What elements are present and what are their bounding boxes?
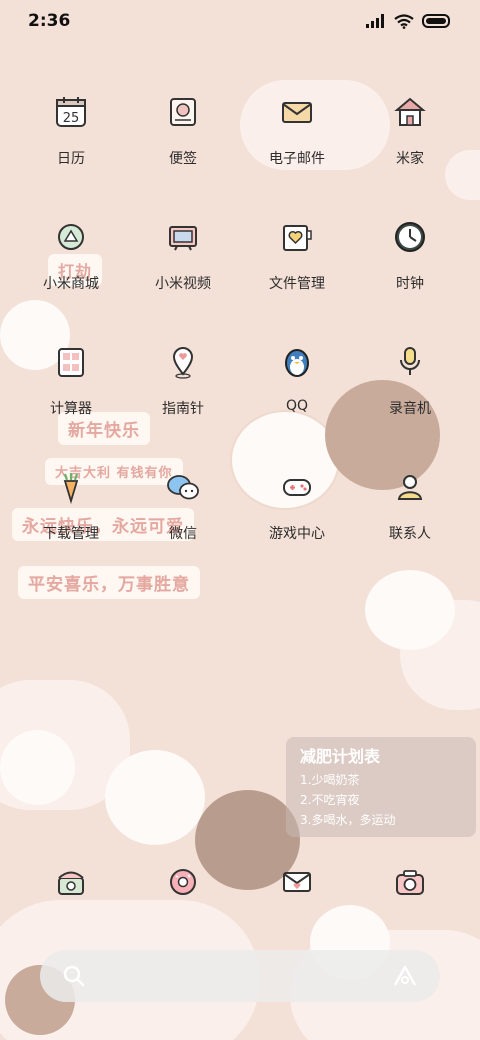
diet-plan-title: 减肥计划表	[300, 747, 381, 766]
app-label: QQ	[285, 398, 309, 414]
app-clock[interactable]: 时钟	[355, 215, 465, 293]
app-downloads[interactable]: 下载管理	[16, 465, 126, 543]
video-tv-icon	[161, 215, 205, 259]
app-label: 联系人	[389, 526, 431, 542]
dock-phone[interactable]	[16, 860, 126, 904]
folder-heart-icon	[275, 215, 319, 259]
battery-icon	[422, 14, 450, 28]
carrot-download-icon	[49, 465, 93, 509]
app-mi-video[interactable]: 小米视频	[128, 215, 238, 293]
wechat-bubbles-icon	[161, 465, 205, 509]
app-recorder[interactable]: 录音机	[355, 340, 465, 418]
qq-penguin-icon	[275, 340, 319, 384]
app-label: 游戏中心	[269, 526, 325, 542]
diet-plan-item: 1.少喝奶茶	[300, 773, 360, 787]
white-cat-sticker	[105, 750, 205, 845]
status-icons	[366, 13, 452, 29]
svg-text:25: 25	[63, 111, 80, 126]
app-contacts[interactable]: 联系人	[355, 465, 465, 543]
app-label: 指南针	[162, 401, 204, 417]
white-cat-sticker	[0, 730, 75, 805]
dock-mail[interactable]	[242, 860, 352, 904]
status-time: 2:36	[28, 11, 71, 31]
app-email[interactable]: 电子邮件	[242, 90, 352, 168]
phone-icon	[49, 860, 93, 904]
app-label: 文件管理	[269, 276, 325, 292]
app-notes[interactable]: 便签	[128, 90, 238, 168]
app-qq[interactable]: QQ	[242, 340, 352, 414]
app-label: 下载管理	[43, 526, 99, 542]
app-calendar[interactable]: 25 日历	[16, 90, 126, 168]
app-label: 小米商城	[43, 276, 99, 292]
notes-icon	[161, 90, 205, 134]
mail-icon	[275, 90, 319, 134]
sticker-peace: 平安喜乐，万事胜意	[18, 566, 200, 599]
gamepad-icon	[275, 465, 319, 509]
envelope-heart-icon	[275, 860, 319, 904]
dock-camera[interactable]	[355, 860, 465, 904]
dock-messages[interactable]	[128, 860, 238, 904]
app-calculator[interactable]: 计算器	[16, 340, 126, 418]
app-mi-store[interactable]: 小米商城	[16, 215, 126, 293]
wifi-icon	[394, 13, 414, 29]
clock-icon	[388, 215, 432, 259]
store-bag-icon	[49, 215, 93, 259]
app-label: 米家	[396, 151, 424, 167]
diet-plan-card: 减肥计划表 1.少喝奶茶 2.不吃宵夜 3.多喝水，多运动	[286, 737, 476, 837]
calculator-icon	[49, 340, 93, 384]
microphone-icon	[388, 340, 432, 384]
app-mijia[interactable]: 米家	[355, 90, 465, 168]
dock	[0, 860, 480, 920]
app-game-center[interactable]: 游戏中心	[242, 465, 352, 543]
app-label: 日历	[57, 151, 85, 167]
search-bar[interactable]	[40, 950, 440, 1002]
camera-icon	[388, 860, 432, 904]
app-label: 时钟	[396, 276, 424, 292]
app-label: 小米视频	[155, 276, 211, 292]
diet-plan-item: 2.不吃宵夜	[300, 793, 360, 807]
location-pin-icon	[161, 340, 205, 384]
search-icon	[63, 965, 85, 987]
app-compass[interactable]: 指南针	[128, 340, 238, 418]
contact-person-icon	[388, 465, 432, 509]
mijia-house-icon	[388, 90, 432, 134]
signal-icon	[366, 14, 384, 28]
app-label: 便签	[169, 151, 197, 167]
diet-plan-item: 3.多喝水，多运动	[300, 813, 396, 827]
white-cat-sticker	[365, 570, 455, 650]
xiaoai-assistant-icon[interactable]	[392, 965, 418, 987]
app-label: 微信	[169, 526, 197, 542]
app-file-manager[interactable]: 文件管理	[242, 215, 352, 293]
donut-messages-icon	[161, 860, 205, 904]
app-label: 计算器	[50, 401, 92, 417]
calendar-icon: 25	[49, 90, 93, 134]
app-wechat[interactable]: 微信	[128, 465, 238, 543]
status-bar: 2:36	[0, 0, 480, 42]
app-label: 电子邮件	[269, 151, 325, 167]
app-label: 录音机	[389, 401, 431, 417]
